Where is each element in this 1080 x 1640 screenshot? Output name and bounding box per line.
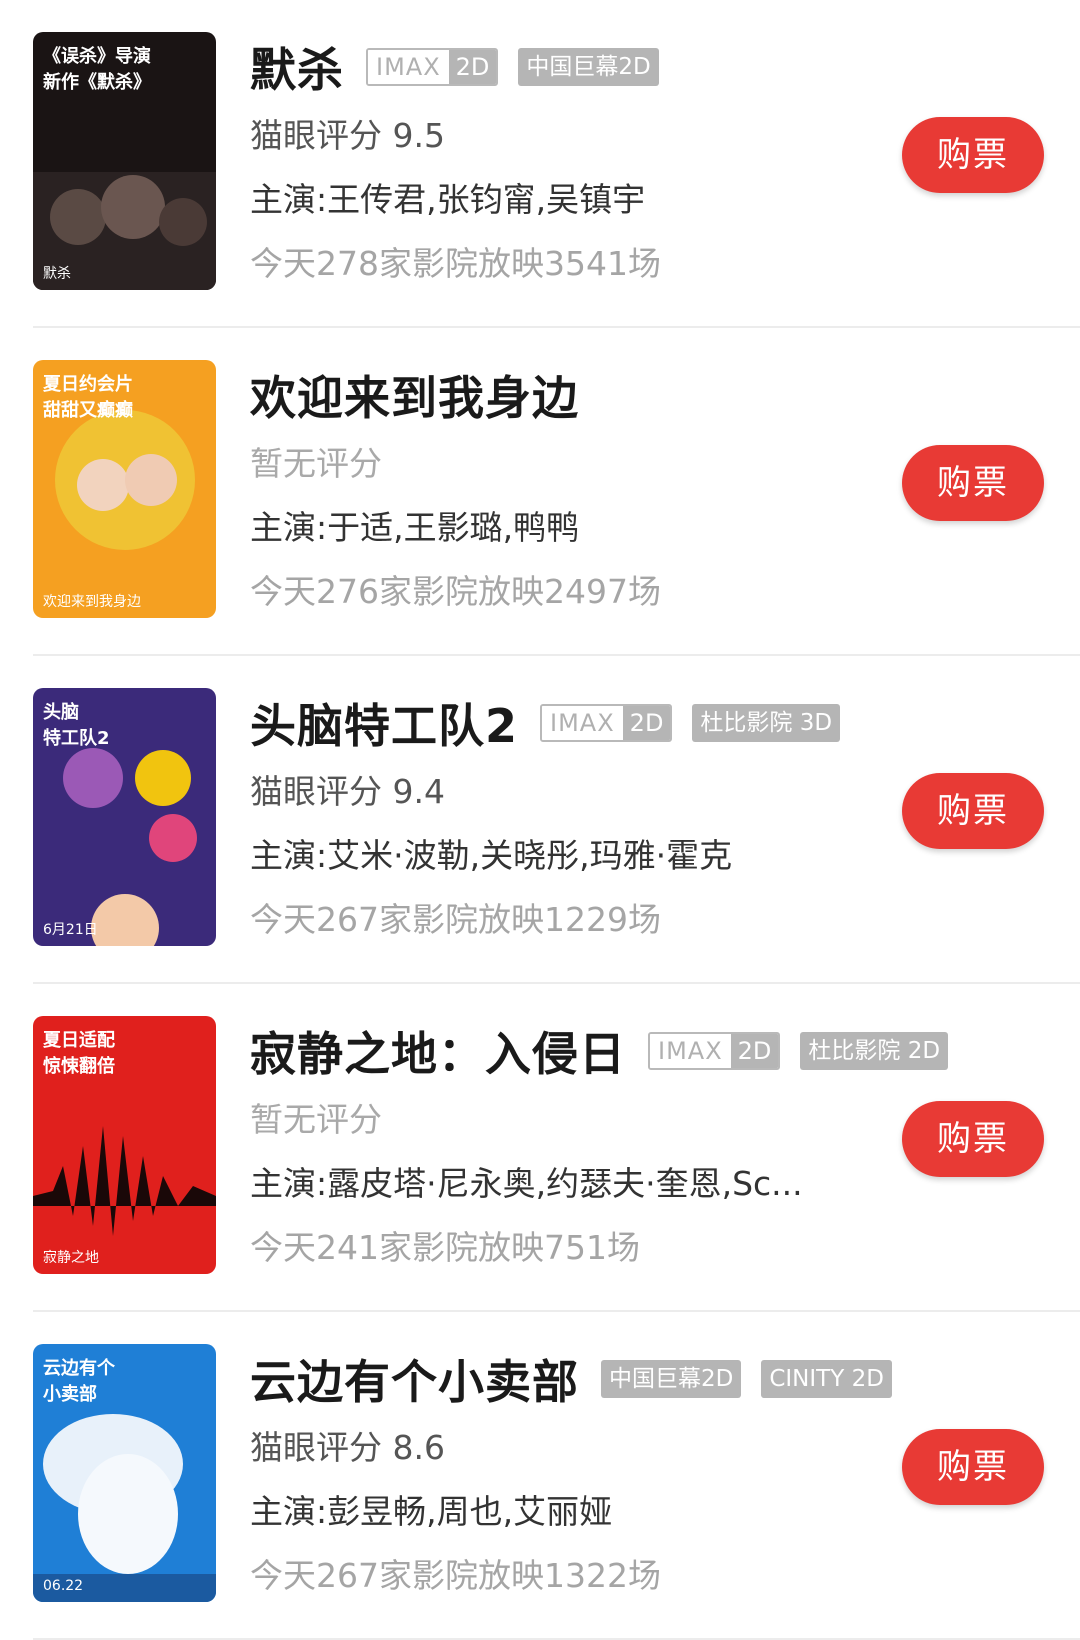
format-tag: CINITY 2D: [761, 1360, 892, 1398]
imax-tag: IMAX 2D: [648, 1032, 781, 1070]
showtime-summary: 今天267家影院放映1229场: [250, 900, 661, 939]
movie-cast: 主演:王传君,张钧甯,吴镇宇: [250, 180, 646, 219]
poster-text: 寂静之地: [43, 1250, 99, 1266]
movie-cast: 主演:于适,王影璐,鸭鸭: [250, 508, 580, 547]
movie-rating: 猫眼评分 8.6: [250, 1428, 445, 1467]
movie-rating: 暂无评分: [250, 1100, 382, 1139]
movie-info: 默杀 IMAX 2D 中国巨幕2D 猫眼评分 9.5 主演:王传君,张钧甯,吴镇宇 今天27…: [250, 32, 870, 296]
showtime-summary: 今天276家影院放映2497场: [250, 572, 661, 611]
title-line: 头脑特工队2 IMAX 2D 杜比影院 3D: [250, 688, 870, 758]
movie-poster[interactable]: 云边有个小卖部 06.22: [33, 1344, 216, 1602]
format-tag: 中国巨幕2D: [518, 48, 659, 86]
movie-title[interactable]: 头脑特工队2: [250, 690, 518, 756]
movie-row[interactable]: 云边有个 小卖部 06.22 云边有个小卖部 中国巨幕2D CINITY 2D 猫眼评分 8…: [0, 1312, 1080, 1640]
format-tags: IMAX 2D 中国巨幕2D: [366, 48, 679, 86]
movie-rating: 暂无评分: [250, 444, 382, 483]
movie-row[interactable]: 头脑 特工队2 6月21日 头脑特工队2 IMAX 2D 杜比影院 3D 猫眼评分 9.4 主演…: [0, 656, 1080, 984]
poster-text: 欢迎来到我身边: [43, 594, 141, 610]
movie-cast: 主演:露皮塔·尼永奥,约瑟夫·奎恩,Sc...: [250, 1164, 803, 1203]
poster-text: 惊悚翻倍: [43, 1055, 115, 1077]
imax-format: 2D: [622, 706, 671, 740]
showtime-summary: 今天241家影院放映751场: [250, 1228, 640, 1267]
movie-title[interactable]: 云边有个小卖部: [250, 1346, 579, 1412]
movie-cast: 主演:彭昱畅,周也,艾丽娅: [250, 1492, 613, 1531]
movie-row[interactable]: 《误杀》导演 新作《默杀》 默杀 默杀 IMAX 2D 中国巨幕2D 猫眼评分 9.5 主演:王…: [0, 0, 1080, 328]
format-tag: 杜比影院 2D: [800, 1032, 949, 1070]
movie-cast: 主演:艾米·波勒,关晓彤,玛雅·霍克: [250, 836, 733, 875]
buy-ticket-button[interactable]: 购票: [902, 117, 1044, 193]
movie-poster[interactable]: 夏日约会片甜甜又癫癫欢迎来到我身边: [33, 360, 216, 618]
poster-image: 云边有个小卖部 06.22: [33, 1344, 216, 1602]
poster-text: 新作《默杀》: [43, 71, 151, 93]
movie-poster[interactable]: 夏日适配惊悚翻倍寂静之地: [33, 1016, 216, 1274]
poster-text: 夏日适配: [43, 1030, 115, 1051]
poster-text: 特工队2: [43, 727, 110, 749]
movie-poster[interactable]: 头脑特工队2 6月21日: [33, 688, 216, 946]
imax-tag: IMAX 2D: [366, 48, 499, 86]
imax-tag: IMAX 2D: [540, 704, 673, 742]
poster-image: 头脑特工队2 6月21日: [33, 688, 216, 946]
movie-poster[interactable]: 《误杀》导演 新作《默杀》默杀: [33, 32, 216, 290]
movie-rating: 猫眼评分 9.4: [250, 772, 445, 811]
movie-row[interactable]: 夏日适配 惊悚翻倍 寂静之地 寂静之地：入侵日 IMAX 2D 杜比影院 2D 暂无评分 主演:…: [0, 984, 1080, 1312]
imax-label: IMAX: [542, 706, 623, 740]
poster-text: 06.22: [43, 1578, 83, 1594]
poster-image: 夏日约会片甜甜又癫癫欢迎来到我身边: [33, 360, 216, 618]
movie-info: 欢迎来到我身边暂无评分主演:于适,王影璐,鸭鸭今天276家影院放映2497场: [250, 360, 870, 624]
poster-text: 6月21日: [43, 922, 98, 938]
imax-format: 2D: [448, 50, 497, 84]
imax-label: IMAX: [368, 50, 449, 84]
movie-rating: 猫眼评分 9.5: [250, 116, 445, 155]
format-tags: 中国巨幕2D CINITY 2D: [601, 1360, 912, 1398]
format-tag: 中国巨幕2D: [601, 1360, 742, 1398]
buy-ticket-button[interactable]: 购票: [902, 1101, 1044, 1177]
poster-text: 夏日约会片: [43, 373, 133, 395]
buy-ticket-button[interactable]: 购票: [902, 445, 1044, 521]
movie-row[interactable]: 夏日约会片 甜甜又癫癫 欢迎来到我身边 欢迎来到我身边 暂无评分 主演:于适,王影璐,鸭鸭…: [0, 328, 1080, 656]
title-line: 默杀 IMAX 2D 中国巨幕2D: [250, 32, 870, 102]
movie-title[interactable]: 欢迎来到我身边: [250, 362, 579, 428]
poster-image: 《误杀》导演新作《默杀》默杀: [33, 32, 216, 290]
movie-info: 云边有个小卖部 中国巨幕2D CINITY 2D 猫眼评分 8.6 主演:彭昱畅,周也,…: [250, 1344, 892, 1608]
imax-label: IMAX: [650, 1034, 731, 1068]
title-line: 寂静之地：入侵日 IMAX 2D 杜比影院 2D: [250, 1016, 949, 1086]
imax-format: 2D: [730, 1034, 779, 1068]
format-tags: IMAX 2D 杜比影院 3D: [540, 704, 860, 742]
poster-text: 头脑: [43, 701, 79, 723]
movie-title[interactable]: 寂静之地：入侵日: [250, 1018, 626, 1084]
format-tag: 杜比影院 3D: [692, 704, 841, 742]
title-line: 云边有个小卖部 中国巨幕2D CINITY 2D: [250, 1344, 892, 1414]
poster-image: 夏日适配惊悚翻倍寂静之地: [33, 1016, 216, 1274]
movie-info: 头脑特工队2 IMAX 2D 杜比影院 3D 猫眼评分 9.4 主演:艾米·波勒,关晓彤,…: [250, 688, 870, 952]
buy-ticket-button[interactable]: 购票: [902, 773, 1044, 849]
poster-text: 《误杀》导演: [43, 45, 151, 67]
poster-text: 云边有个: [43, 1357, 116, 1379]
poster-text: 小卖部: [43, 1383, 97, 1405]
poster-text: 默杀: [43, 266, 71, 282]
title-line: 欢迎来到我身边: [250, 360, 870, 430]
buy-ticket-button[interactable]: 购票: [902, 1429, 1044, 1505]
movie-info: 寂静之地：入侵日 IMAX 2D 杜比影院 2D 暂无评分主演:露皮塔·尼永奥,约瑟夫·…: [250, 1016, 949, 1280]
showtime-summary: 今天278家影院放映3541场: [250, 244, 661, 283]
format-tags: IMAX 2D 杜比影院 2D: [648, 1032, 968, 1070]
movie-title[interactable]: 默杀: [250, 34, 344, 100]
showtime-summary: 今天267家影院放映1322场: [250, 1556, 661, 1595]
movie-list: 《误杀》导演 新作《默杀》 默杀 默杀 IMAX 2D 中国巨幕2D 猫眼评分 9.5 主演:王…: [0, 0, 1080, 1640]
poster-text: 甜甜又癫癫: [43, 399, 133, 421]
